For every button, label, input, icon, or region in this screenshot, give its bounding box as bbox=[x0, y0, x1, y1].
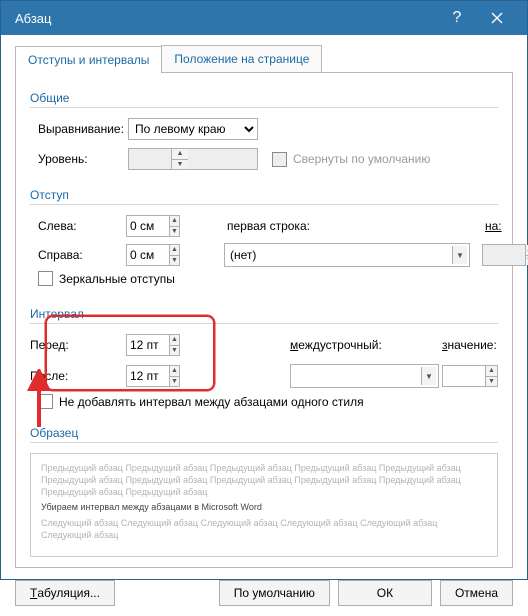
ok-button[interactable]: ОК bbox=[338, 580, 432, 606]
tabs-button[interactable]: ТТабуляция...абуляция... bbox=[15, 580, 115, 606]
space-before-spinner[interactable]: ▲▼ bbox=[126, 334, 180, 356]
outline-level-select: ▲▼ bbox=[128, 148, 258, 170]
chevron-down-icon: ▼ bbox=[452, 246, 467, 264]
section-spacing: Интервал bbox=[30, 307, 498, 324]
dialog-footer: ТТабуляция...абуляция... По умолчанию ОК… bbox=[1, 580, 527, 616]
alignment-select[interactable]: По левому краю bbox=[128, 118, 258, 140]
indent-right-label: Справа: bbox=[30, 248, 120, 262]
section-general: Общие bbox=[30, 91, 498, 108]
section-indent: Отступ bbox=[30, 188, 498, 205]
tab-strip: Отступы и интервалы Положение на страниц… bbox=[15, 45, 513, 72]
preview-pane: Предыдущий абзац Предыдущий абзац Предыд… bbox=[30, 453, 498, 557]
space-after-label: После: bbox=[30, 369, 120, 383]
line-spacing-select[interactable]: ▼ bbox=[290, 364, 439, 388]
outline-level-label: Уровень: bbox=[30, 152, 128, 166]
close-icon bbox=[491, 12, 503, 24]
indent-left-label: Слева: bbox=[30, 219, 120, 233]
indent-right-spinner[interactable]: ▲▼ bbox=[126, 244, 180, 266]
space-after-spinner[interactable]: ▲▼ bbox=[126, 365, 180, 387]
titlebar: Абзац ? bbox=[1, 1, 527, 35]
close-button[interactable] bbox=[477, 5, 517, 31]
first-line-select[interactable]: (нет) ▼ bbox=[224, 243, 470, 267]
line-spacing-at-spinner[interactable]: ▲▼ bbox=[442, 365, 498, 387]
collapsed-by-default-checkbox: Свернуты по умолчанию bbox=[272, 152, 430, 167]
space-before-label: Перед: bbox=[30, 338, 120, 352]
indent-left-spinner[interactable]: ▲▼ bbox=[126, 215, 180, 237]
dialog-body: Отступы и интервалы Положение на страниц… bbox=[1, 35, 527, 580]
set-default-button[interactable]: По умолчанию bbox=[219, 580, 330, 606]
preview-next-text: Следующий абзац Следующий абзац Следующи… bbox=[41, 517, 487, 541]
preview-current-text: Убираем интервал между абзацами в Micros… bbox=[41, 501, 487, 513]
mirror-indents-checkbox[interactable]: Зеркальные отступы bbox=[38, 271, 175, 286]
cancel-button[interactable]: Отмена bbox=[440, 580, 513, 606]
tab-panel: Общие Выравнивание: По левому краю Урове… bbox=[15, 72, 513, 568]
tab-indents-spacing[interactable]: Отступы и интервалы bbox=[15, 46, 162, 73]
indent-by-spinner[interactable]: ▲▼ bbox=[482, 244, 526, 266]
line-spacing-at-label: значение: bbox=[442, 338, 506, 352]
alignment-label: Выравнивание: bbox=[30, 122, 128, 136]
tab-page-position[interactable]: Положение на странице bbox=[161, 45, 322, 72]
dont-add-space-checkbox[interactable]: Не добавлять интервал между абзацами одн… bbox=[38, 394, 364, 409]
chevron-down-icon: ▼ bbox=[421, 367, 436, 385]
section-preview: Образец bbox=[30, 426, 498, 443]
first-line-label: первая строка: bbox=[224, 219, 344, 233]
preview-prev-text: Предыдущий абзац Предыдущий абзац Предыд… bbox=[41, 462, 487, 498]
window-title: Абзац bbox=[15, 11, 437, 26]
paragraph-dialog: Абзац ? Отступы и интервалы Положение на… bbox=[0, 0, 528, 580]
help-button[interactable]: ? bbox=[437, 5, 477, 31]
line-spacing-label: ммеждустрочный:еждустрочный: bbox=[290, 338, 430, 352]
indent-by-label: на: bbox=[482, 219, 522, 233]
